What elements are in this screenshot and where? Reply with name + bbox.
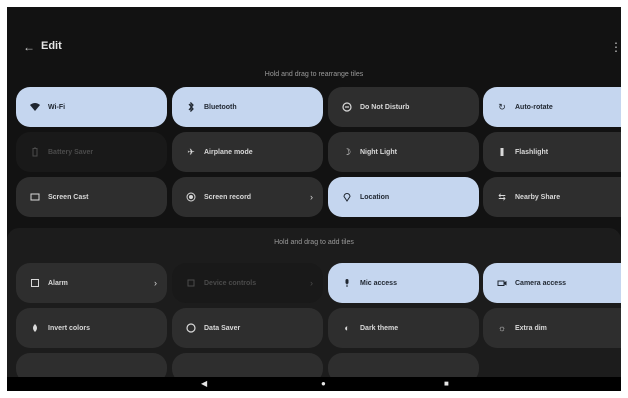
tile-label: Bluetooth (204, 103, 237, 111)
rotate-icon: ↻ (498, 102, 506, 112)
tile-label: Dark theme (360, 324, 399, 332)
wifi-icon (30, 102, 40, 112)
screen: ← Edit ⋮ Hold and drag to rearrange tile… (7, 7, 621, 391)
more-options-icon[interactable]: ⋮ (610, 38, 621, 56)
home-nav-icon[interactable]: ● (321, 380, 326, 388)
tile-label: Data Saver (204, 324, 241, 332)
night-light-icon: ☽ (342, 147, 352, 157)
location-icon (342, 192, 352, 202)
tile-label: Flashlight (515, 148, 549, 156)
tile-label: Screen record (204, 193, 252, 201)
tile-screen-record[interactable]: Screen record › (172, 177, 323, 217)
page-title: Edit (41, 40, 62, 52)
data-saver-icon (186, 323, 196, 333)
flashlight-icon (497, 147, 507, 157)
tile-label: Mic access (360, 279, 397, 287)
record-icon (186, 192, 196, 202)
alarm-icon (30, 278, 40, 288)
tile-wifi[interactable]: Wi-Fi (16, 87, 167, 127)
tile-camera-access[interactable]: Camera access (483, 263, 621, 303)
bluetooth-icon (186, 102, 196, 112)
tile-invert-colors[interactable]: Invert colors (16, 308, 167, 348)
tile-battery-saver[interactable]: Battery Saver (16, 132, 167, 172)
tile-alarm[interactable]: Alarm › (16, 263, 167, 303)
tile-label: Airplane mode (204, 148, 253, 156)
tile-mic-access[interactable]: Mic access (328, 263, 479, 303)
tile-location[interactable]: Location (328, 177, 479, 217)
navigation-bar: ◀ ● ■ (7, 377, 621, 391)
tile-label: Location (360, 193, 390, 201)
chevron-right-icon: › (310, 192, 313, 202)
back-arrow-icon[interactable]: ← (23, 40, 37, 54)
share-icon: ⇆ (498, 192, 506, 202)
dark-theme-icon: ◐ (344, 323, 350, 333)
chevron-right-icon: › (310, 278, 313, 288)
tile-data-saver[interactable]: Data Saver (172, 308, 323, 348)
rearrange-hint: Hold and drag to rearrange tiles (264, 71, 364, 78)
tile-airplane-mode[interactable]: ✈ Airplane mode (172, 132, 323, 172)
tile-extra-dim[interactable]: ☼ Extra dim (483, 308, 621, 348)
invert-colors-icon (30, 323, 40, 333)
back-nav-icon[interactable]: ◀ (201, 380, 207, 388)
tile-label: Extra dim (515, 324, 547, 332)
tile-label: Do Not Disturb (360, 103, 410, 111)
tile-bluetooth[interactable]: Bluetooth (172, 87, 323, 127)
tile-auto-rotate[interactable]: ↻ Auto-rotate (483, 87, 621, 127)
tile-label: Battery Saver (48, 148, 94, 156)
tile-label: Auto-rotate (515, 103, 553, 111)
tile-label: Device controls (204, 279, 257, 287)
recents-nav-icon[interactable]: ■ (444, 380, 449, 388)
mic-icon (342, 278, 352, 288)
airplane-icon: ✈ (187, 147, 195, 157)
tile-night-light[interactable]: ☽ Night Light (328, 132, 479, 172)
tile-label: Camera access (515, 279, 566, 287)
camera-icon (497, 278, 507, 288)
tile-label: Night Light (360, 148, 397, 156)
tile-label: Screen Cast (48, 193, 89, 201)
tile-label: Alarm (48, 279, 68, 287)
tile-label: Nearby Share (515, 193, 561, 201)
tile-device-controls[interactable]: Device controls › (172, 263, 323, 303)
device-controls-icon (186, 278, 196, 288)
tile-screen-cast[interactable]: Screen Cast (16, 177, 167, 217)
add-hint: Hold and drag to add tiles (274, 239, 354, 246)
tile-do-not-disturb[interactable]: Do Not Disturb (328, 87, 479, 127)
cast-icon (30, 192, 40, 202)
tile-dark-theme[interactable]: ◐ Dark theme (328, 308, 479, 348)
tile-nearby-share[interactable]: ⇆ Nearby Share › (483, 177, 621, 217)
chevron-right-icon: › (154, 278, 157, 288)
dnd-icon (342, 102, 352, 112)
top-bar: ← Edit ⋮ (7, 7, 621, 67)
tile-label: Invert colors (48, 324, 91, 332)
tile-flashlight[interactable]: Flashlight (483, 132, 621, 172)
battery-icon (30, 147, 40, 157)
tile-label: Wi-Fi (48, 103, 66, 111)
extra-dim-icon: ☼ (497, 323, 507, 333)
